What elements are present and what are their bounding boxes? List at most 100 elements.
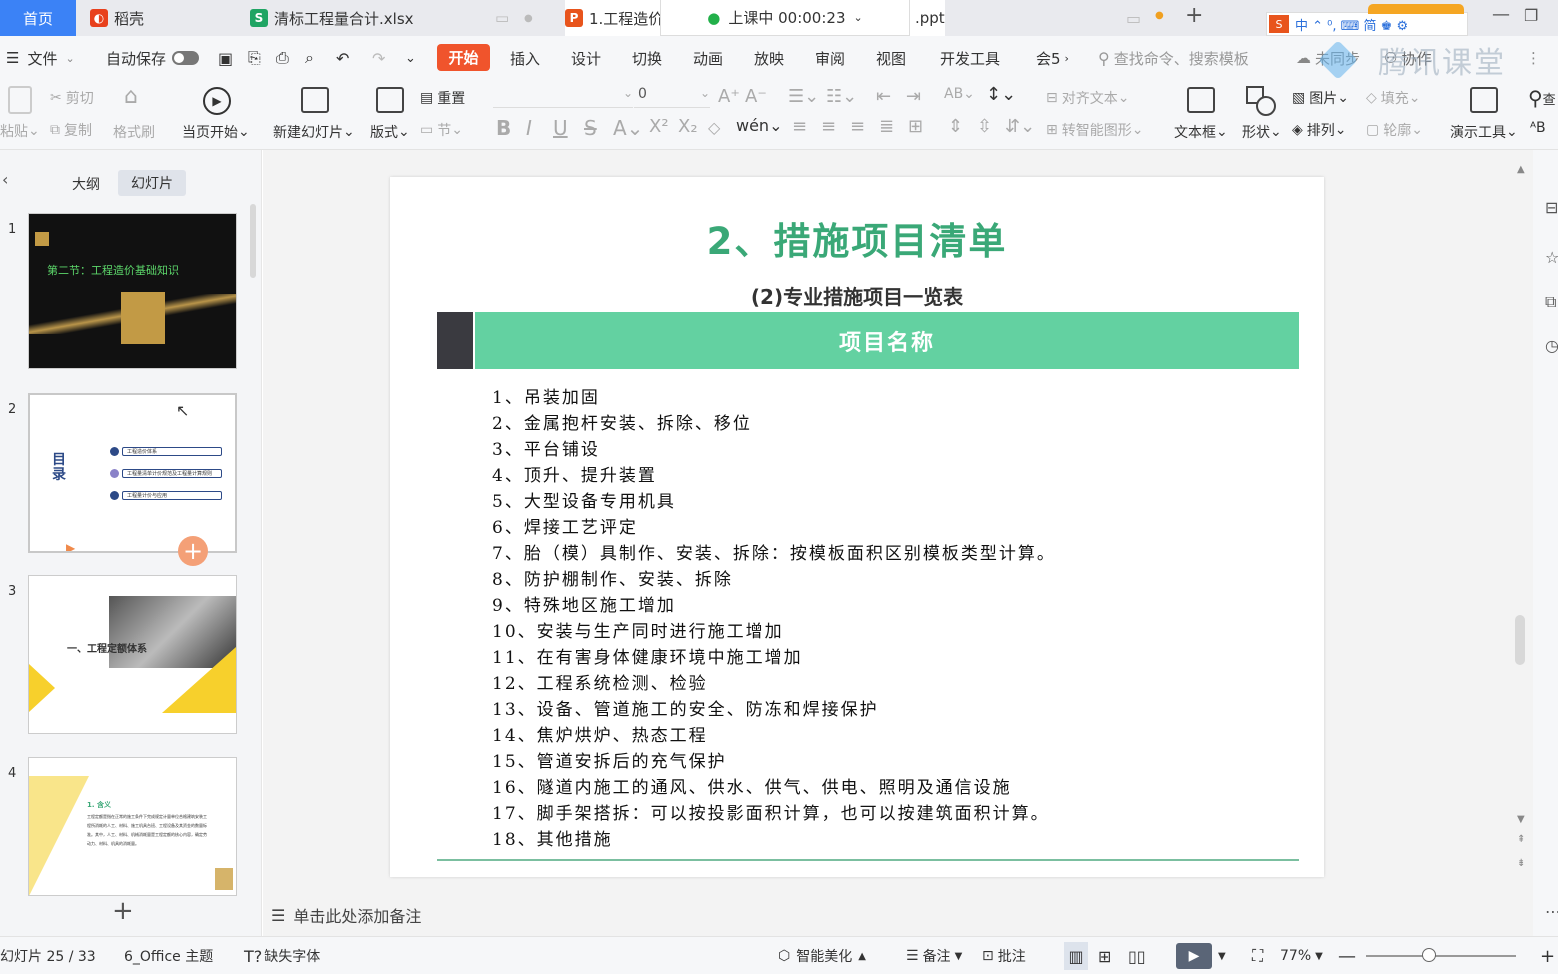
slide-thumb-1[interactable]: 第二节：工程造价基础知识	[28, 213, 237, 369]
layout-button[interactable]: 版式 ⌄	[370, 122, 410, 142]
numbered-list-icon[interactable]: ☷⌄	[826, 86, 857, 107]
underline-icon[interactable]: U	[553, 116, 568, 140]
menu-design[interactable]: 设计	[571, 36, 601, 80]
play-icon[interactable]: ▶	[66, 541, 75, 551]
smart-art-button[interactable]: ⊞ 转智能图形 ⌄	[1046, 120, 1143, 140]
notes-area[interactable]: ☰ 单击此处添加备注	[263, 894, 1513, 936]
preview-icon[interactable]: ⌕	[305, 36, 314, 80]
justify-icon[interactable]: ≣	[879, 116, 894, 137]
new-tab-icon[interactable]: +	[1185, 3, 1203, 28]
textbox-button[interactable]: 文本框 ⌄	[1174, 122, 1228, 142]
font-size-select[interactable]: 0 ⌄	[634, 86, 710, 108]
zoom-slider[interactable]	[1366, 948, 1516, 962]
zoom-in-icon[interactable]: +	[1540, 937, 1555, 975]
menu-view[interactable]: 视图	[876, 36, 906, 80]
ime-toolbar[interactable]: S 中 ⌃ ⁰, ⌨ 简 ♚ ⚙	[1266, 12, 1468, 36]
reset-button[interactable]: ▤ 重置	[420, 88, 465, 108]
customize-icon[interactable]: ⌄	[405, 36, 416, 80]
strikethrough-icon[interactable]: S	[584, 116, 597, 140]
redo-icon[interactable]: ↷	[372, 36, 385, 80]
add-slide-after-icon[interactable]: +	[178, 536, 208, 566]
text-direction-icon[interactable]: AB⌄	[944, 86, 975, 102]
clear-format-icon[interactable]: ◇	[708, 118, 720, 137]
arrange-button[interactable]: ◈ 排列 ⌄	[1292, 120, 1347, 140]
slide-title[interactable]: 2、措施项目清单	[390, 211, 1324, 265]
table-header[interactable]: 项目名称	[475, 312, 1299, 369]
italic-icon[interactable]: I	[526, 116, 532, 140]
bold-icon[interactable]: B	[496, 116, 511, 140]
history-icon[interactable]: ◷	[1545, 336, 1558, 355]
align-text-button[interactable]: ⊟ 对齐文本 ⌄	[1046, 88, 1129, 108]
transition-pane-icon[interactable]: ⧉	[1545, 292, 1556, 312]
notes-button[interactable]: ☰ 备注 ▼	[906, 937, 962, 975]
toggle-switch[interactable]	[172, 51, 200, 65]
next-slide-icon[interactable]: ⇟	[1517, 858, 1525, 869]
animation-pane-icon[interactable]: ☆	[1545, 248, 1558, 267]
shape-button[interactable]: 形状 ⌄	[1242, 122, 1282, 142]
beautify-button[interactable]: ⬡ 智能美化 ▲	[778, 937, 866, 975]
fill-button[interactable]: ◇ 填充 ⌄	[1366, 88, 1421, 108]
distribute-icon[interactable]: ⊞	[908, 116, 923, 137]
cut-button[interactable]: ✂ 剪切	[50, 88, 94, 108]
copy-button[interactable]: ⧉ 复制	[50, 120, 92, 140]
tab-excel[interactable]: S 清标工程量合计.xlsx ▭ ●	[250, 0, 550, 36]
print-icon[interactable]: ⎙	[276, 36, 289, 80]
section-button[interactable]: ▭ 节 ⌄	[420, 120, 463, 140]
command-search[interactable]: ⚲ 查找命令、搜索模板	[1098, 36, 1249, 80]
zoom-out-icon[interactable]: —	[1338, 937, 1356, 975]
subscript-icon[interactable]: X₂	[678, 116, 698, 137]
menu-start[interactable]: 开始	[437, 44, 490, 71]
slide-thumb-4[interactable]: 1. 含义 工程定额是指在正常的施工条件下完成规定计量单位合格建筑安装工程所消耗…	[28, 757, 237, 896]
reading-view-icon[interactable]: ▯▯	[1128, 937, 1146, 975]
comment-button[interactable]: ⊡ 批注	[982, 937, 1026, 975]
autosave-toggle[interactable]: 自动保存	[106, 36, 200, 80]
replace-icon[interactable]: ᴬB	[1530, 120, 1546, 136]
menu-insert[interactable]: 插入	[510, 36, 540, 80]
slide[interactable]: 2、措施项目清单 (2)专业措施项目一览表 项目名称 1、吊装加固 2、金属抱杆…	[390, 177, 1324, 877]
phonetic-icon[interactable]: wén⌄	[736, 116, 782, 135]
normal-view-icon[interactable]: ▥	[1064, 942, 1088, 970]
window-icon[interactable]: ▭	[1126, 9, 1141, 28]
picture-button[interactable]: ▧ 图片 ⌄	[1292, 88, 1349, 108]
collapse-panel-icon[interactable]: ‹	[2, 170, 8, 189]
tab-home[interactable]: 首页	[0, 0, 76, 36]
add-slide-icon[interactable]: +	[112, 896, 134, 926]
outdent-icon[interactable]: ⇤	[876, 86, 891, 107]
missing-font-button[interactable]: T? 缺失字体	[244, 937, 320, 975]
restore-icon[interactable]: ❐	[1524, 6, 1538, 25]
font-name-select[interactable]: ⌄	[493, 86, 633, 108]
prev-slide-icon[interactable]: ⇞	[1517, 834, 1525, 845]
paste-button[interactable]: 粘贴 ⌄	[0, 121, 40, 141]
tab-outline[interactable]: 大纲	[72, 174, 100, 194]
scroll-down-icon[interactable]: ▼	[1517, 814, 1525, 825]
from-current-button[interactable]: 当页开始 ⌄	[182, 122, 250, 142]
tab-slides[interactable]: 幻灯片	[118, 170, 186, 196]
play-slideshow-button[interactable]: ▶	[1176, 943, 1212, 969]
new-slide-button[interactable]: 新建幻灯片 ⌄	[273, 122, 355, 142]
minimize-icon[interactable]: —	[1492, 4, 1510, 25]
menu-transition[interactable]: 切换	[632, 36, 662, 80]
panel-scrollbar[interactable]	[250, 204, 256, 278]
vertical-scrollbar[interactable]	[1515, 615, 1525, 665]
slide-subtitle[interactable]: (2)专业措施项目一览表	[390, 281, 1324, 310]
menu-slideshow[interactable]: 放映	[754, 36, 784, 80]
align-left-icon[interactable]: ≡	[792, 116, 807, 137]
menu-developer[interactable]: 开发工具	[940, 36, 1000, 80]
tab-daoke[interactable]: ◐ 稻壳	[90, 0, 240, 36]
line-spacing-icon[interactable]: ↕⌄	[986, 84, 1016, 105]
properties-icon[interactable]: ⊟	[1545, 198, 1558, 217]
bullet-list-icon[interactable]: ☰⌄	[788, 86, 819, 107]
chevron-down-icon[interactable]: ▼	[1218, 937, 1226, 975]
slide-thumb-2[interactable]: 目录 工程造价体系 工程量清单计价规范及工程量计算规则 工程量计价与应用 ▶ ↖	[28, 393, 237, 553]
save-icon[interactable]: ▣	[218, 36, 233, 80]
slide-thumb-3[interactable]: 一、工程定额体系	[28, 575, 237, 734]
columns-icon[interactable]: ⇳	[977, 116, 992, 137]
more-icon[interactable]: ⋯	[1545, 902, 1558, 921]
font-grow-icon[interactable]: A⁺	[718, 86, 740, 107]
file-menu[interactable]: ☰ 文件 ⌄	[6, 36, 75, 80]
zoom-slider-thumb[interactable]	[1422, 948, 1436, 962]
slide-sorter-icon[interactable]: ⊞	[1098, 937, 1111, 975]
menu-member[interactable]: 会5 ›	[1036, 36, 1069, 80]
font-shrink-icon[interactable]: A⁻	[745, 86, 767, 107]
more-icon[interactable]: ⋮	[1526, 36, 1541, 80]
